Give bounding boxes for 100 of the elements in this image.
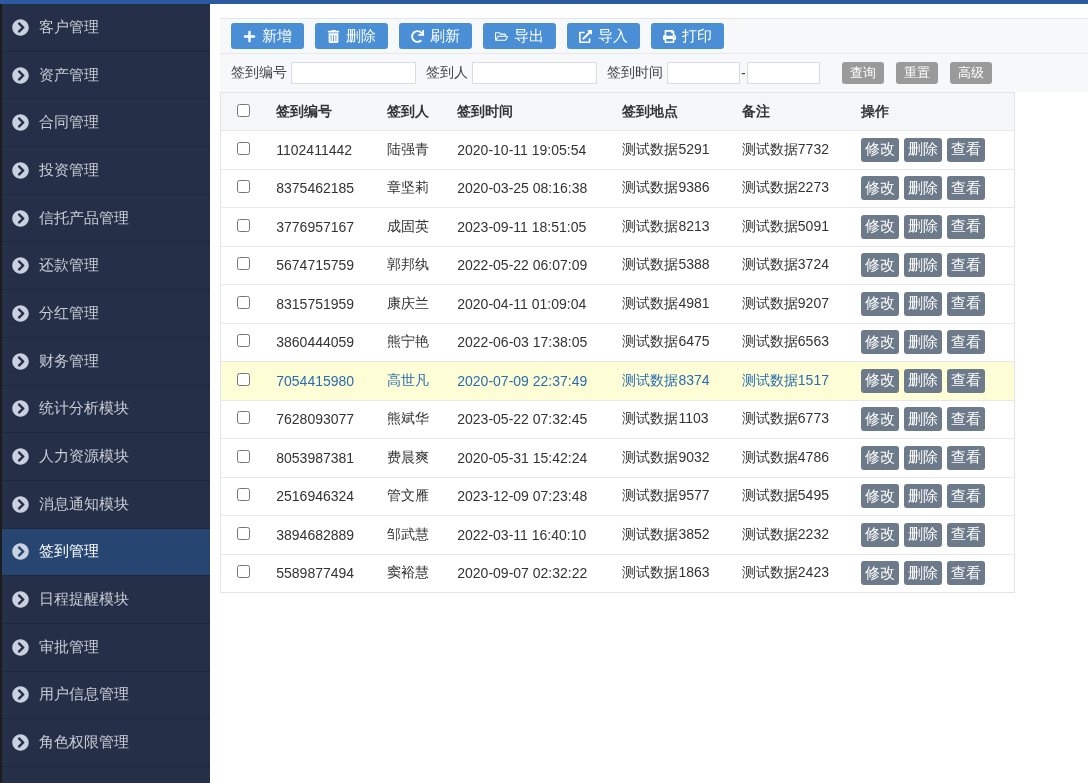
table-cell: 测试数据6773 <box>741 410 829 427</box>
row-checkbox[interactable] <box>237 449 251 463</box>
search-button[interactable]: 高级 <box>949 62 992 84</box>
row-action-button[interactable]: 查看 <box>947 137 986 162</box>
toolbar-button[interactable]: 导入 <box>567 23 640 49</box>
table-cell: 测试数据4981 <box>622 294 710 311</box>
table-cell: 测试数据5388 <box>622 256 710 273</box>
row-checkbox[interactable] <box>237 334 251 348</box>
row-action-button[interactable]: 删除 <box>904 291 943 316</box>
folder-icon <box>495 29 508 43</box>
row-action-button[interactable]: 查看 <box>947 561 986 586</box>
row-action-button[interactable]: 查看 <box>947 291 986 316</box>
sidebar-item[interactable]: 审批管理 <box>2 623 210 672</box>
row-action-button[interactable]: 修改 <box>861 291 900 316</box>
sidebar-item[interactable]: 角色权限管理 <box>2 719 210 767</box>
input-field[interactable] <box>472 62 597 84</box>
row-checkbox[interactable] <box>237 411 251 425</box>
row-checkbox[interactable] <box>237 372 251 386</box>
search-button[interactable]: 查询 <box>841 62 884 84</box>
row-action-button[interactable]: 查看 <box>947 522 986 547</box>
search-button[interactable]: 重置 <box>895 62 938 84</box>
row-action-button[interactable]: 修改 <box>861 561 900 586</box>
row-action-button[interactable]: 删除 <box>904 445 943 470</box>
row-action-button[interactable]: 删除 <box>904 330 943 355</box>
row-action-button[interactable]: 修改 <box>861 407 900 432</box>
sidebar-item[interactable]: 消息通知模块 <box>2 480 210 529</box>
row-action-button[interactable]: 修改 <box>861 484 900 509</box>
row-action-button[interactable]: 查看 <box>947 214 986 239</box>
row-action-button[interactable]: 查看 <box>947 253 986 278</box>
row-action-button[interactable]: 删除 <box>904 407 943 432</box>
row-checkbox[interactable] <box>237 295 251 309</box>
select-all-checkbox[interactable] <box>237 103 251 117</box>
row-action-button[interactable]: 修改 <box>861 445 900 470</box>
row-action-button[interactable]: 修改 <box>861 253 900 278</box>
range-separator: - <box>741 65 746 81</box>
toolbar-button[interactable]: 刷新 <box>399 23 472 49</box>
row-checkbox[interactable] <box>237 257 251 271</box>
column-header: 签到编号 <box>276 102 333 119</box>
row-checkbox[interactable] <box>237 180 251 194</box>
row-checkbox[interactable] <box>237 141 251 155</box>
sidebar-item[interactable]: 签到管理 <box>2 528 210 577</box>
sidebar-item[interactable]: 还款管理 <box>2 242 210 291</box>
row-action-button[interactable]: 修改 <box>861 214 900 239</box>
table-cell: 测试数据8374 <box>622 371 710 388</box>
row-action-button[interactable]: 删除 <box>904 368 943 393</box>
row-action-button[interactable]: 修改 <box>861 176 900 201</box>
table-cell: 3894682889 <box>276 526 355 543</box>
table-cell: 测试数据9386 <box>622 179 710 196</box>
row-checkbox[interactable] <box>237 218 251 232</box>
row-action-button[interactable]: 查看 <box>947 330 986 355</box>
toolbar-button[interactable]: 导出 <box>483 23 556 49</box>
sidebar-item[interactable]: 财务管理 <box>2 337 210 386</box>
sidebar-item[interactable]: 投资管理 <box>2 147 210 195</box>
row-action-button[interactable]: 删除 <box>904 214 943 239</box>
field-label: 签到时间 <box>607 64 663 82</box>
sidebar-item[interactable]: 客户管理 <box>2 4 210 52</box>
table-cell: 2022-05-22 06:07:09 <box>457 257 588 274</box>
table-cell: 7054415980 <box>276 372 355 389</box>
row-checkbox[interactable] <box>237 488 251 502</box>
row-action-button[interactable]: 删除 <box>904 522 943 547</box>
table-cell: 测试数据2423 <box>741 564 829 581</box>
toolbar-button[interactable]: 打印 <box>651 23 724 49</box>
table-cell: 熊宁艳 <box>387 333 430 350</box>
row-checkbox[interactable] <box>237 526 251 540</box>
sidebar-item[interactable]: 用户信息管理 <box>2 671 210 720</box>
table-cell: 测试数据3852 <box>622 525 710 542</box>
row-action-button[interactable]: 查看 <box>947 176 986 201</box>
row-checkbox[interactable] <box>237 565 251 579</box>
input-field[interactable] <box>291 62 416 84</box>
date-input-field[interactable] <box>746 62 820 84</box>
row-action-button[interactable]: 修改 <box>861 368 900 393</box>
row-action-button[interactable]: 修改 <box>861 522 900 547</box>
table-cell: 陆强青 <box>387 140 430 157</box>
sidebar-item[interactable]: 信托产品管理 <box>2 194 210 243</box>
row-action-button[interactable]: 查看 <box>947 407 986 432</box>
sidebar-item[interactable]: 合同管理 <box>2 99 210 148</box>
table-cell: 康庆兰 <box>387 294 430 311</box>
toolbar-button[interactable]: 删除 <box>315 23 388 49</box>
row-action-button[interactable]: 删除 <box>904 484 943 509</box>
sidebar-item[interactable]: 资产管理 <box>2 51 210 100</box>
table-cell: 测试数据6563 <box>741 333 829 350</box>
toolbar-button[interactable]: 新增 <box>231 23 304 49</box>
sidebar-item[interactable]: 统计分析模块 <box>2 385 210 434</box>
row-action-button[interactable]: 删除 <box>904 561 943 586</box>
row-action-button[interactable]: 查看 <box>947 484 986 509</box>
sidebar-item[interactable]: 人力资源模块 <box>2 433 210 481</box>
row-action-button[interactable]: 修改 <box>861 330 900 355</box>
row-action-button[interactable]: 查看 <box>947 445 986 470</box>
row-action-button[interactable]: 修改 <box>861 137 900 162</box>
sidebar-item[interactable]: 分红管理 <box>2 290 210 338</box>
row-action-button[interactable]: 删除 <box>904 137 943 162</box>
date-input-field[interactable] <box>667 62 740 84</box>
column-header: 签到时间 <box>457 102 514 119</box>
row-action-button[interactable]: 删除 <box>904 176 943 201</box>
table-cell: 测试数据9032 <box>622 448 710 465</box>
table-cell: 成固英 <box>387 217 430 234</box>
row-action-button[interactable]: 查看 <box>947 368 986 393</box>
sidebar-item[interactable]: 日程提醒模块 <box>2 576 210 624</box>
row-action-button[interactable]: 删除 <box>904 253 943 278</box>
table-cell: 测试数据7732 <box>741 140 829 157</box>
